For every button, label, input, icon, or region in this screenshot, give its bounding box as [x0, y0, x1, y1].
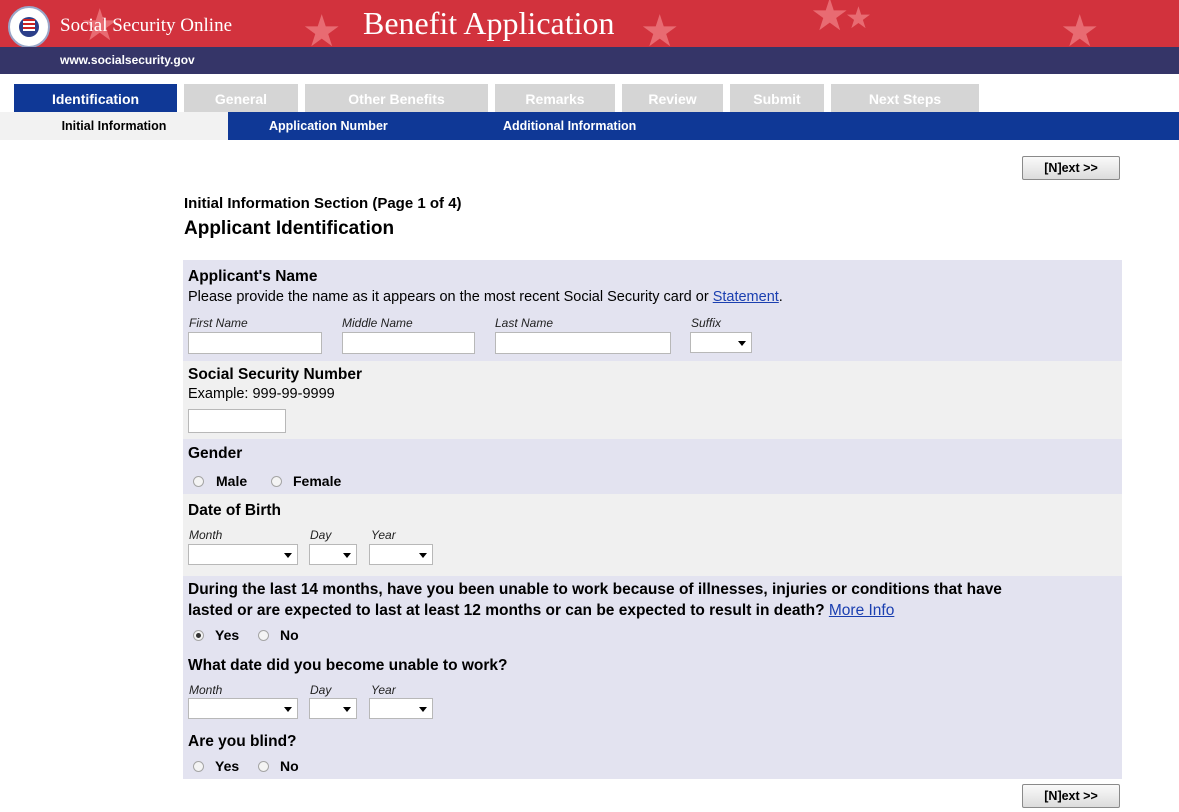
dob-year-select[interactable]	[369, 544, 433, 565]
unable-question-text: lasted or are expected to last at least …	[188, 602, 825, 619]
tab-other-benefits[interactable]: Other Benefits	[305, 84, 488, 112]
more-info-link[interactable]: More Info	[829, 602, 894, 619]
sub-navigation: Initial Information Application Number A…	[0, 112, 1179, 140]
disability-section: During the last 14 months, have you been…	[183, 576, 1122, 779]
unable-year-label: Year	[371, 683, 396, 697]
star-decoration-icon: ★	[302, 7, 342, 48]
first-name-label: First Name	[189, 316, 248, 330]
chevron-down-icon	[419, 707, 427, 712]
applicant-name-section: Applicant's Name Please provide the name…	[183, 260, 1122, 361]
dob-day-select[interactable]	[309, 544, 357, 565]
ssn-section: Social Security Number Example: 999-99-9…	[183, 361, 1122, 439]
site-header: ★ ★ ★ ★ ★ ★ Social Security Online Benef…	[0, 0, 1179, 47]
dob-day-label: Day	[310, 528, 332, 542]
page-title: Applicant Identification	[184, 218, 395, 239]
gender-section: Gender Male Female	[183, 439, 1122, 494]
dob-month-select[interactable]	[188, 544, 298, 565]
ssn-example: Example: 999-99-9999	[188, 386, 335, 402]
unable-yes-label: Yes	[215, 627, 240, 643]
dob-month-label: Month	[189, 528, 223, 542]
gender-male-radio[interactable]	[193, 476, 204, 487]
next-button-top[interactable]: [N]ext >>	[1022, 156, 1120, 180]
subnav-additional-information[interactable]: Additional Information	[503, 112, 636, 140]
next-button-bottom[interactable]: [N]ext >>	[1022, 784, 1120, 808]
dob-heading: Date of Birth	[188, 502, 281, 519]
star-decoration-icon: ★	[810, 0, 850, 40]
subnav-application-number[interactable]: Application Number	[269, 112, 388, 140]
tab-review[interactable]: Review	[622, 84, 723, 112]
applicant-name-instruction: Please provide the name as it appears on…	[188, 289, 783, 305]
last-name-input[interactable]	[495, 332, 671, 354]
unable-day-select[interactable]	[309, 698, 357, 719]
instruction-text: Please provide the name as it appears on…	[188, 289, 713, 305]
tab-general[interactable]: General	[184, 84, 298, 112]
unable-day-label: Day	[310, 683, 332, 697]
statement-link[interactable]: Statement	[713, 289, 779, 305]
gender-male-label: Male	[216, 473, 248, 489]
star-decoration-icon: ★	[845, 2, 872, 35]
unable-month-select[interactable]	[188, 698, 298, 719]
star-decoration-icon: ★	[1060, 7, 1100, 48]
blind-yes-radio[interactable]	[193, 761, 204, 772]
instruction-end: .	[778, 289, 783, 305]
unable-month-label: Month	[189, 683, 223, 697]
middle-name-label: Middle Name	[342, 316, 413, 330]
suffix-label: Suffix	[691, 316, 722, 330]
unable-year-select[interactable]	[369, 698, 433, 719]
star-decoration-icon: ★	[640, 7, 680, 48]
chevron-down-icon	[284, 553, 292, 558]
chevron-down-icon	[343, 707, 351, 712]
unable-date-heading: What date did you become unable to work?	[188, 657, 508, 674]
first-name-input[interactable]	[188, 332, 322, 354]
middle-name-input[interactable]	[342, 332, 475, 354]
blind-no-radio[interactable]	[258, 761, 269, 772]
ssn-heading: Social Security Number	[188, 366, 363, 383]
site-title: Social Security Online	[60, 15, 233, 36]
suffix-select[interactable]	[690, 332, 752, 353]
unable-yes-radio[interactable]	[193, 630, 204, 641]
blind-no-label: No	[280, 758, 299, 774]
site-url[interactable]: www.socialsecurity.gov	[60, 53, 195, 67]
chevron-down-icon	[343, 553, 351, 558]
gender-heading: Gender	[188, 445, 243, 462]
main-tabs: Identification General Other Benefits Re…	[0, 84, 1179, 112]
applicant-name-heading: Applicant's Name	[188, 268, 318, 285]
ssa-seal-icon	[8, 6, 50, 47]
tab-identification[interactable]: Identification	[14, 84, 177, 112]
gender-female-label: Female	[293, 473, 342, 489]
dob-section: Date of Birth Month Day Year	[183, 494, 1122, 576]
unable-no-label: No	[280, 627, 299, 643]
tab-next-steps[interactable]: Next Steps	[831, 84, 979, 112]
chevron-down-icon	[419, 553, 427, 558]
section-title: Initial Information Section (Page 1 of 4…	[184, 195, 462, 212]
tab-remarks[interactable]: Remarks	[495, 84, 615, 112]
gender-female-radio[interactable]	[271, 476, 282, 487]
chevron-down-icon	[738, 341, 746, 346]
dob-year-label: Year	[371, 528, 396, 542]
url-bar: www.socialsecurity.gov	[0, 47, 1179, 74]
blind-yes-label: Yes	[215, 758, 240, 774]
blind-heading: Are you blind?	[188, 733, 297, 750]
subnav-initial-information[interactable]: Initial Information	[0, 112, 228, 140]
ssn-input[interactable]	[188, 409, 286, 433]
unable-no-radio[interactable]	[258, 630, 269, 641]
app-title: Benefit Application	[363, 5, 615, 41]
last-name-label: Last Name	[495, 316, 554, 330]
unable-question-line1: During the last 14 months, have you been…	[188, 581, 1002, 598]
unable-question-line2: lasted or are expected to last at least …	[188, 602, 894, 620]
chevron-down-icon	[284, 707, 292, 712]
tab-submit[interactable]: Submit	[730, 84, 824, 112]
